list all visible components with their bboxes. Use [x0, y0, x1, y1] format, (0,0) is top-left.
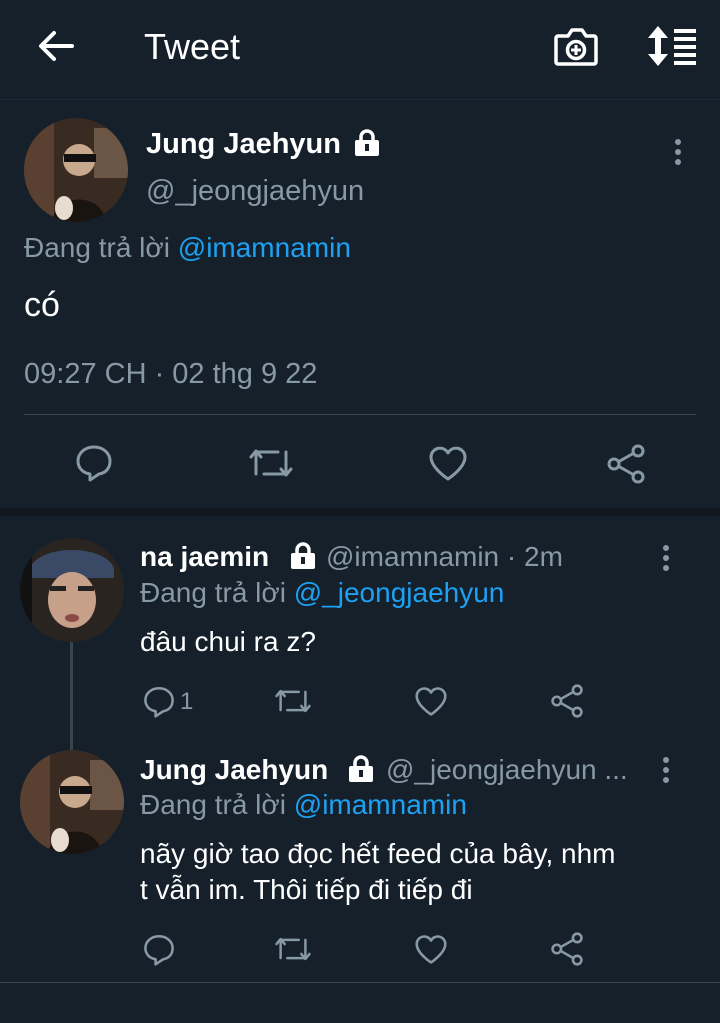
tweet-timestamp: 09:27 CH · 02 thg 9 22 [24, 358, 318, 390]
avatar[interactable] [24, 118, 128, 222]
author-name[interactable]: Jung Jaehyun [146, 128, 341, 161]
lock-icon [352, 129, 382, 162]
author-name[interactable]: na jaemin [140, 541, 269, 573]
more-options-icon[interactable] [660, 756, 672, 789]
replying-to: Đang trả lời @imamnamin [24, 232, 351, 264]
share-icon[interactable] [550, 932, 584, 971]
tweet-text-line: nãy giờ tao đọc hết feed của bây, nhm [140, 838, 616, 869]
replying-to-label: Đang trả lời [140, 789, 286, 820]
page-title: Tweet [144, 26, 241, 67]
avatar[interactable] [20, 538, 124, 642]
retweet-icon[interactable] [248, 444, 294, 487]
replying-to: Đang trả lời @imamnamin [140, 789, 467, 821]
sort-icon[interactable] [644, 24, 700, 68]
author-handle[interactable]: @_jeongjaehyun [146, 175, 364, 208]
replying-to: Đang trả lời @_jeongjaehyun [140, 577, 504, 609]
reply-icon[interactable] [142, 684, 176, 723]
replying-to-handle[interactable]: @imamnamin [178, 232, 351, 263]
author-handle[interactable]: @imamnamin · 2m [326, 541, 563, 573]
author-name[interactable]: Jung Jaehyun [140, 754, 328, 786]
share-icon[interactable] [550, 684, 584, 723]
divider [0, 982, 720, 983]
lock-icon [288, 542, 318, 575]
more-options-icon[interactable] [672, 138, 684, 171]
reply-icon[interactable] [142, 932, 176, 971]
share-icon[interactable] [606, 444, 646, 489]
divider [24, 414, 696, 415]
top-bar: Tweet [0, 0, 720, 100]
camera-plus-icon[interactable] [552, 24, 600, 70]
section-separator [0, 508, 720, 516]
tweet-text-line: t vẫn im. Thôi tiếp đi tiếp đi [140, 874, 473, 905]
like-icon[interactable] [428, 444, 468, 487]
like-icon[interactable] [414, 685, 448, 722]
replying-to-handle[interactable]: @imamnamin [294, 789, 467, 820]
replying-to-label: Đang trả lời [140, 577, 286, 608]
author-handle[interactable]: @_jeongjaehyun ... [386, 754, 628, 786]
reply-icon[interactable] [74, 442, 114, 487]
tweet-text: đâu chui ra z? [140, 626, 316, 657]
tweet-text: có [24, 286, 60, 324]
avatar[interactable] [20, 750, 124, 854]
reply-count: 1 [180, 688, 194, 715]
replying-to-handle[interactable]: @_jeongjaehyun [294, 577, 505, 608]
lock-icon [346, 755, 376, 788]
more-options-icon[interactable] [660, 544, 672, 577]
thread-line [70, 642, 73, 750]
replying-to-label: Đang trả lời [24, 232, 170, 263]
like-icon[interactable] [414, 933, 448, 970]
back-arrow-icon[interactable] [36, 26, 76, 66]
retweet-icon[interactable] [274, 685, 312, 722]
retweet-icon[interactable] [274, 933, 312, 970]
